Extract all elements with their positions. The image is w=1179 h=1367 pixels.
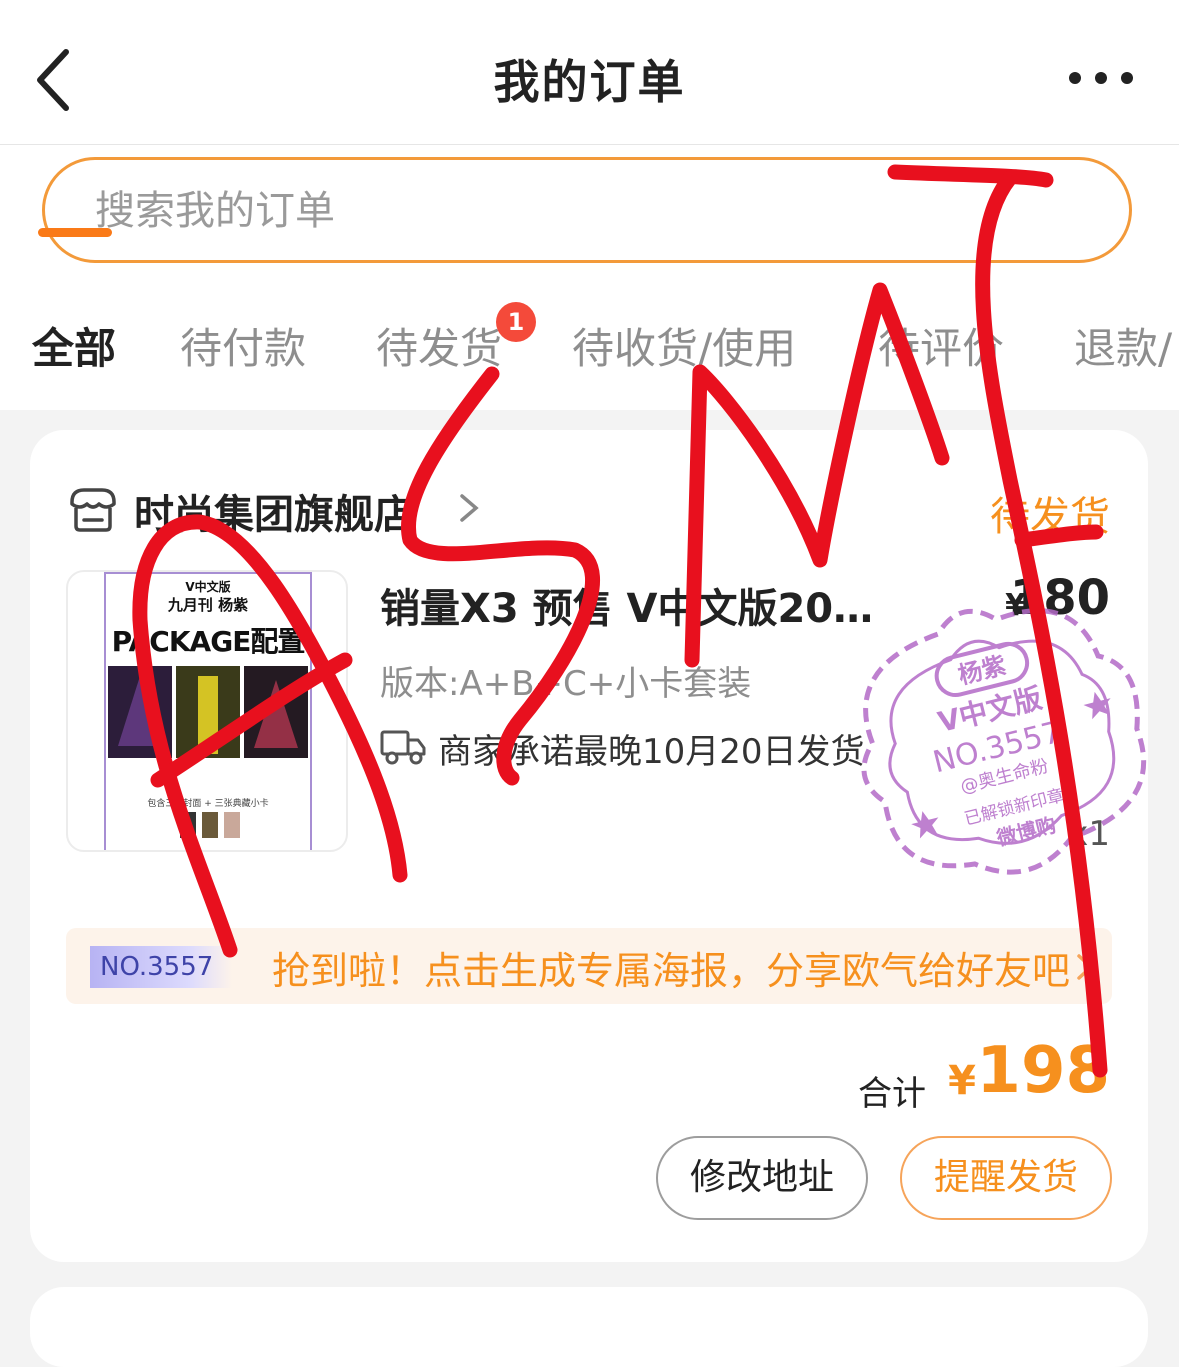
- promo-tag: NO.3557: [90, 946, 232, 988]
- search-input[interactable]: [93, 178, 1057, 244]
- search-box[interactable]: [42, 157, 1132, 263]
- promo-text: 抢到啦！点击生成专属海报，分享欧气给好友吧: [272, 949, 1071, 993]
- page-title: 我的订单: [493, 55, 686, 109]
- shop-icon: [70, 488, 116, 532]
- chevron-right-icon: [460, 494, 479, 522]
- top-nav-bar: 我的订单: [0, 0, 1179, 145]
- tab-pending-receipt[interactable]: 待收货/使用: [572, 315, 796, 376]
- more-dots-icon: [1069, 72, 1133, 84]
- more-button[interactable]: [1063, 60, 1143, 96]
- poster-line1: V中文版: [185, 580, 231, 594]
- shipping-note: 商家承诺最晚10月20日发货: [438, 732, 865, 772]
- truck-icon: [380, 730, 426, 765]
- edit-address-button[interactable]: 修改地址: [656, 1136, 868, 1220]
- share-poster-banner[interactable]: NO.3557 抢到啦！点击生成专属海报，分享欧气给好友吧: [66, 928, 1112, 1004]
- total-label: 合计: [858, 1074, 926, 1114]
- order-card[interactable]: 时尚集团旗舰店 待发货 V中文版 九月刊 杨紫 PACKAGE配置说明 包含三款…: [30, 430, 1148, 1262]
- poster-line2: 九月刊 杨紫: [167, 596, 249, 614]
- order-status: 待发货: [990, 494, 1110, 540]
- tab-refund[interactable]: 退款/: [1074, 315, 1172, 376]
- chevron-right-icon: [1077, 954, 1094, 980]
- order-tabs: 全部 待付款 待发货 待收货/使用 待评价 退款/: [0, 303, 1179, 403]
- tab-badge: 1: [496, 302, 536, 342]
- active-tab-indicator: [38, 228, 112, 237]
- product-spec: 版本:A+B+C+小卡套装: [380, 664, 752, 704]
- tab-all[interactable]: 全部: [32, 315, 116, 376]
- product-thumbnail[interactable]: V中文版 九月刊 杨紫 PACKAGE配置说明 包含三款封面 + 三张典藏小卡: [66, 570, 348, 852]
- edition-stamp: 杨紫 V中文版 NO.3557 @奥生命粉 已解锁新印章 微博购: [861, 608, 1147, 875]
- poster-cover-photos: [108, 666, 308, 758]
- tab-pending-payment[interactable]: 待付款: [180, 315, 306, 376]
- tab-pending-review[interactable]: 待评价: [878, 315, 1004, 376]
- search-and-tabs: 全部 待付款 待发货 待收货/使用 待评价 退款/: [0, 145, 1179, 410]
- remind-shipment-button[interactable]: 提醒发货: [900, 1136, 1112, 1220]
- shop-name[interactable]: 时尚集团旗舰店: [134, 482, 414, 540]
- total-currency: ¥: [948, 1058, 976, 1104]
- poster-card-thumbs: [180, 812, 240, 838]
- product-poster: V中文版 九月刊 杨紫 PACKAGE配置说明 包含三款封面 + 三张典藏小卡: [104, 572, 312, 850]
- tab-pending-shipment[interactable]: 待发货: [376, 315, 502, 376]
- poster-note: 包含三款封面 + 三张典藏小卡: [147, 799, 269, 809]
- next-order-card[interactable]: [30, 1287, 1148, 1367]
- order-total: 198: [976, 1034, 1110, 1108]
